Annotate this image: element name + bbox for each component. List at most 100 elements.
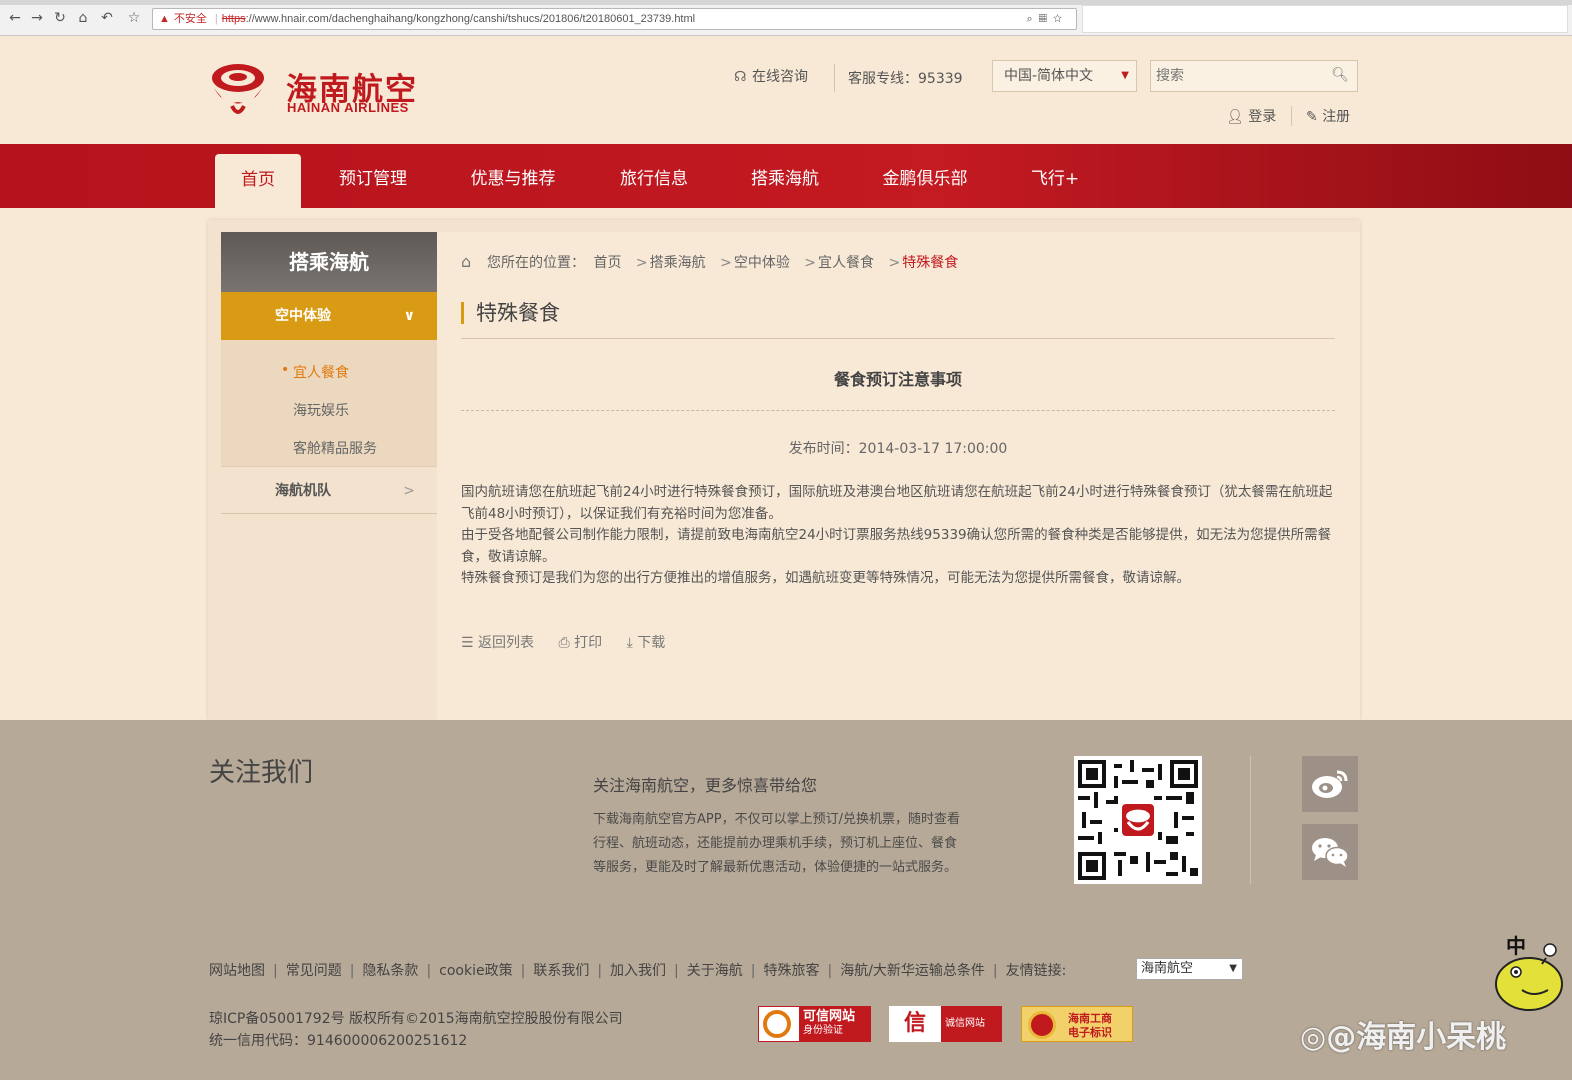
- ime-char: 中: [1506, 934, 1526, 958]
- breadcrumb-item[interactable]: 搭乘海航: [650, 255, 706, 271]
- footer-divider: [1250, 756, 1251, 884]
- separator: |: [597, 963, 603, 979]
- breadcrumb-item[interactable]: 宜人餐食: [818, 255, 874, 271]
- login-label: 登录: [1248, 109, 1277, 125]
- online-consult-link[interactable]: ☊ 在线咨询: [734, 66, 808, 86]
- footer-link-cookie[interactable]: cookie政策: [439, 963, 512, 979]
- friend-links-select[interactable]: 海南航空 ▼: [1136, 958, 1243, 980]
- article-actions: ☰ 返回列表 ⎙ 打印 ⤓ 下载: [461, 632, 685, 652]
- caret-down-icon: ▼: [1229, 963, 1237, 974]
- sidebar-item-meals[interactable]: • 宜人餐食: [281, 362, 349, 382]
- content-area: 搭乘海航 空中体验 ∨ • 宜人餐食 海玩娱乐 客舱精品服务 海航机队 > ⌂ 您所…: [208, 220, 1360, 720]
- sidebar-item-entertainment[interactable]: 海玩娱乐: [293, 400, 349, 420]
- footer-link-privacy[interactable]: 隐私条款: [362, 963, 418, 979]
- qr-icon[interactable]: ▦: [1039, 13, 1053, 25]
- nav-booking[interactable]: 预订管理: [327, 144, 419, 208]
- nav-home[interactable]: 首页: [215, 154, 301, 208]
- sidebar-group-inflight[interactable]: 空中体验 ∨: [221, 292, 437, 340]
- back-label: 返回列表: [478, 635, 535, 651]
- article-panel: ⌂ 您所在的位置： 首页 > 搭乘海航 > 空中体验 > 宜人餐食 > 特殊餐食 特殊餐食…: [437, 232, 1360, 720]
- qr-code-icon: [1078, 760, 1198, 880]
- browser-chrome: ← → ↻ ⌂ ↶ ☆ ▲ 不安全 | https://www.hnair.com/d…: [0, 0, 1572, 36]
- divider: [461, 410, 1335, 411]
- friend-links-value: 海南航空: [1141, 961, 1194, 976]
- nav-travel-info[interactable]: 旅行信息: [608, 144, 700, 208]
- hainan-emblem-icon: [212, 64, 264, 114]
- print-button[interactable]: ⎙ 打印: [558, 635, 602, 651]
- search-input[interactable]: [1151, 61, 1321, 91]
- credit-code: 统一信用代码：914600006200251612: [209, 1033, 468, 1049]
- caret-down-icon: ▼: [1121, 70, 1129, 81]
- back-icon[interactable]: ←: [6, 10, 24, 26]
- copyright: 琼ICP备05001792号 版权所有©2015海南航空控股股份有限公司 统一信…: [209, 1008, 623, 1052]
- printer-icon: ⎙: [558, 635, 570, 651]
- weibo-watermark: ◎@海南小呆桃: [1300, 1012, 1506, 1056]
- trusted-site-badge[interactable]: 可信网站 身份验证: [758, 1006, 871, 1042]
- home-icon[interactable]: ⌂: [74, 10, 92, 26]
- footer-link-faq[interactable]: 常见问题: [286, 963, 342, 979]
- list-icon: ☰: [461, 635, 474, 651]
- search-icon[interactable]: 🔍︎: [1331, 67, 1349, 83]
- favorite-star-icon[interactable]: ☆: [1053, 13, 1068, 25]
- footer-link-special-passengers[interactable]: 特殊旅客: [763, 963, 819, 979]
- register-label: 注册: [1322, 109, 1351, 125]
- chevron-right-icon: >: [804, 255, 817, 271]
- forward-icon[interactable]: →: [28, 10, 46, 26]
- undo-icon[interactable]: ↶: [98, 10, 116, 26]
- bookmark-star-icon[interactable]: ☆: [125, 10, 143, 26]
- ime-mascot[interactable]: 中: [1494, 926, 1564, 1016]
- breadcrumb-item[interactable]: 空中体验: [734, 255, 790, 271]
- logo-english: HAINAN AIRLINES: [287, 100, 409, 115]
- hainan-logo[interactable]: 海南航空 HAINAN AIRLINES: [208, 62, 418, 118]
- follow-subtitle: 关注海南航空，更多惊喜带给您: [593, 776, 818, 795]
- download-button[interactable]: ⤓ 下载: [627, 635, 666, 651]
- language-select[interactable]: 中国-简体中文 ▼: [992, 60, 1137, 92]
- weibo-button[interactable]: [1302, 756, 1358, 812]
- site-search[interactable]: 🔍︎: [1150, 60, 1358, 92]
- sidebar-item-cabin-service[interactable]: 客舱精品服务: [293, 438, 377, 458]
- credible-site-badge[interactable]: 信 诚信网站: [889, 1006, 1002, 1042]
- sidebar-submenu: • 宜人餐食 海玩娱乐 客舱精品服务: [221, 340, 437, 466]
- site-header: 海南航空 HAINAN AIRLINES ☊ 在线咨询 客服专线：95339 中国…: [0, 36, 1572, 144]
- header-divider: [1291, 106, 1292, 126]
- footer-link-contact[interactable]: 联系我们: [533, 963, 589, 979]
- footer-links: 网站地图 | 常见问题 | 隐私条款 | cookie政策 | 联系我们 | 加入我们 | 关于海航 | 特…: [209, 960, 1066, 980]
- chevron-right-icon: >: [720, 255, 732, 271]
- wechat-icon: [1312, 838, 1349, 867]
- footer-link-sitemap[interactable]: 网站地图: [209, 963, 265, 979]
- address-bar[interactable]: ▲ 不安全 | https://www.hnair.com/dachenghaihan…: [152, 8, 1077, 30]
- nav-fly-plus[interactable]: 飞行+: [1020, 144, 1090, 208]
- footer-link-about[interactable]: 关于海航: [687, 963, 743, 979]
- breadcrumb-prefix: 您所在的位置：: [487, 255, 585, 271]
- download-icon: ⤓: [626, 635, 633, 651]
- business-license-badge[interactable]: 海南工商 电子标识: [1021, 1006, 1133, 1042]
- sidebar-title: 搭乘海航: [221, 232, 437, 292]
- separator: |: [273, 963, 278, 979]
- nav-fly-hainan[interactable]: 搭乘海航: [739, 144, 831, 208]
- print-label: 打印: [574, 635, 603, 651]
- footer-link-conditions[interactable]: 海航/大新华运输总条件: [840, 963, 985, 979]
- article-body: 国内航班请您在航班起飞前24小时进行特殊餐食预订，国际航班及港澳台地区航班请您在…: [461, 482, 1335, 590]
- nav-fortune-wings[interactable]: 金鹏俱乐部: [870, 144, 980, 208]
- nav-offers[interactable]: 优惠与推荐: [459, 144, 567, 208]
- chevron-down-icon: ∨: [403, 308, 415, 324]
- browser-search-field[interactable]: [1082, 5, 1568, 33]
- qr-code-image: [1074, 756, 1202, 884]
- breadcrumb-item[interactable]: 首页: [593, 255, 621, 271]
- footer-link-careers[interactable]: 加入我们: [610, 963, 666, 979]
- reload-icon[interactable]: ↻: [51, 10, 69, 26]
- back-to-list-button[interactable]: ☰ 返回列表: [461, 635, 534, 651]
- trusted-site-icon: [763, 1010, 791, 1038]
- register-link[interactable]: ✎ 注册: [1306, 106, 1350, 126]
- security-label: 不安全: [173, 13, 207, 25]
- zoom-icon[interactable]: ⌕: [1026, 13, 1038, 25]
- chevron-right-icon: >: [635, 255, 648, 271]
- publish-time: 发布时间：2014-03-17 17:00:00: [788, 441, 1008, 457]
- sidebar-group-fleet[interactable]: 海航机队 >: [221, 466, 437, 514]
- wechat-button[interactable]: [1302, 824, 1358, 880]
- login-link[interactable]: 👤︎ 登录: [1226, 106, 1276, 126]
- chevron-right-icon: >: [403, 483, 415, 499]
- separator: |: [674, 963, 679, 979]
- bullet-icon: •: [281, 362, 290, 378]
- main-nav: 首页 预订管理 优惠与推荐 旅行信息 搭乘海航 金鹏俱乐部 飞行+: [0, 144, 1572, 208]
